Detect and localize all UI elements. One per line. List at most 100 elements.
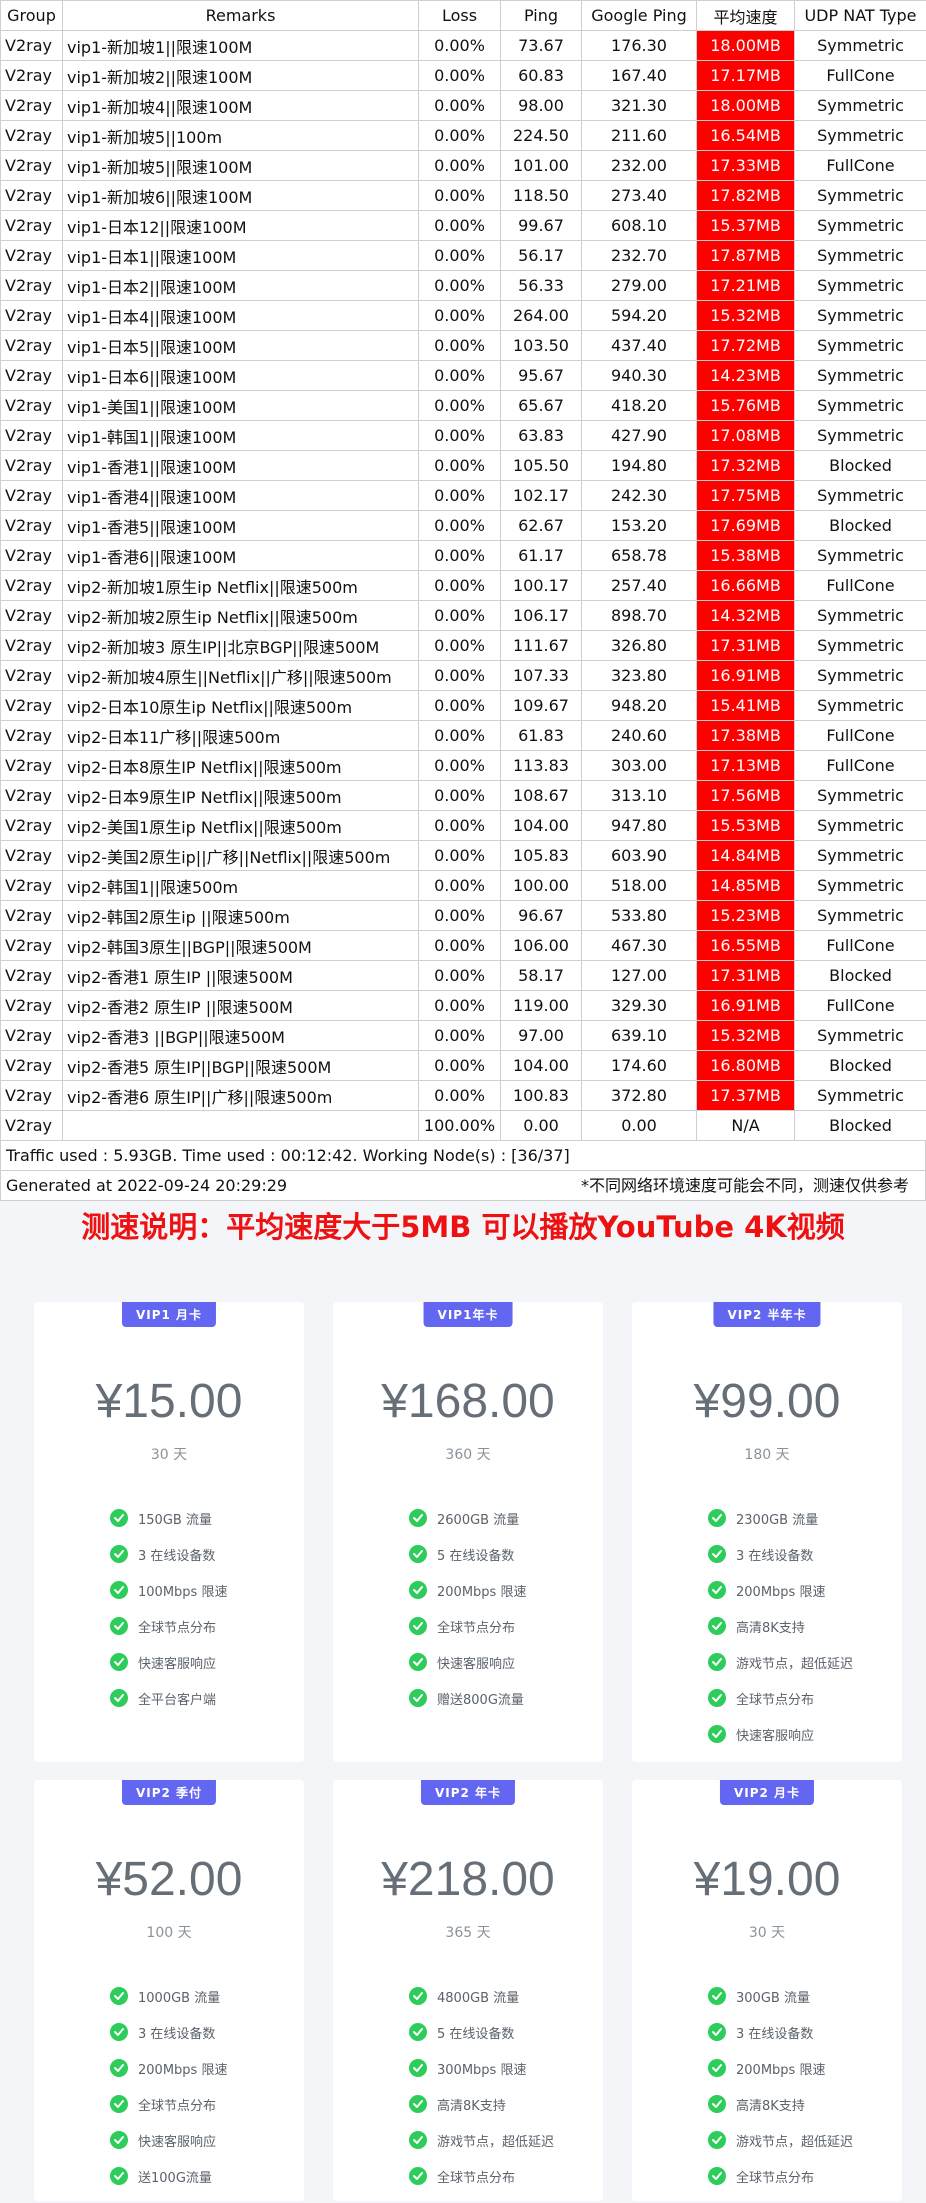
cell-remarks: vip1-香港6||限速100M [63, 541, 419, 571]
plan-feature-text: 100Mbps 限速 [138, 1581, 227, 1600]
plan-feature-item: 全球节点分布 [110, 2095, 227, 2131]
check-circle-icon [409, 1689, 427, 1707]
cell-loss: 0.00% [419, 781, 501, 811]
cell-loss: 0.00% [419, 451, 501, 481]
plan-feature-text: 2300GB 流量 [736, 1509, 818, 1528]
check-circle-icon [110, 2095, 128, 2113]
check-circle-icon [409, 2095, 427, 2113]
check-circle-icon [110, 2131, 128, 2149]
cell-avg-speed: 14.23MB [697, 361, 795, 391]
cell-loss: 0.00% [419, 91, 501, 121]
table-row: V2rayvip2-新加坡4原生||Netflix||广移||限速500m0.0… [1, 661, 926, 691]
cell-loss: 0.00% [419, 271, 501, 301]
cell-loss: 0.00% [419, 691, 501, 721]
plan-feature-item: 3 在线设备数 [708, 2023, 853, 2059]
cell-remarks: vip1-韩国1||限速100M [63, 421, 419, 451]
traffic-summary: Traffic used : 5.93GB. Time used : 00:12… [0, 1141, 926, 1171]
cell-loss: 0.00% [419, 241, 501, 271]
plan-period: 100 天 [34, 1922, 304, 1942]
cell-google-ping: 594.20 [582, 301, 697, 331]
plan-feature-item: 2600GB 流量 [409, 1509, 526, 1545]
plan-feature-text: 快速客服响应 [437, 1653, 515, 1672]
cell-remarks: vip2-美国2原生ip||广移||Netflix||限速500m [63, 841, 419, 871]
plan-feature-text: 全球节点分布 [736, 2167, 814, 2186]
cell-google-ping: 321.30 [582, 91, 697, 121]
check-circle-icon [409, 1987, 427, 2005]
check-circle-icon [708, 1581, 726, 1599]
plan-feature-text: 2600GB 流量 [437, 1509, 519, 1528]
cell-udp-nat-type: Symmetric [795, 781, 926, 811]
cell-ping: 119.00 [501, 991, 582, 1021]
cell-google-ping: 898.70 [582, 601, 697, 631]
cell-group: V2ray [1, 451, 63, 481]
cell-udp-nat-type: Symmetric [795, 481, 926, 511]
cell-udp-nat-type: Symmetric [795, 691, 926, 721]
cell-avg-speed: 15.32MB [697, 301, 795, 331]
plan-feature-item: 高清8K支持 [409, 2095, 554, 2131]
table-row: V2rayvip2-日本9原生IP Netflix||限速500m0.00%10… [1, 781, 926, 811]
plan-card[interactable]: VIP1 月卡 ¥15.00 30 天 150GB 流量3 在线设备数100Mb… [34, 1302, 304, 1762]
plan-feature-text: 300Mbps 限速 [437, 2059, 526, 2078]
plan-card[interactable]: VIP2 半年卡 ¥99.00 180 天 2300GB 流量3 在线设备数20… [632, 1302, 902, 1762]
check-circle-icon [110, 1689, 128, 1707]
cell-group: V2ray [1, 331, 63, 361]
table-row: V2rayvip2-香港1 原生IP ||限速500M0.00%58.17127… [1, 961, 926, 991]
table-row: V2rayvip1-新加坡5||限速100M0.00%101.00232.001… [1, 151, 926, 181]
cell-remarks: vip1-日本12||限速100M [63, 211, 419, 241]
cell-udp-nat-type: Symmetric [795, 871, 926, 901]
plan-feature-text: 快速客服响应 [138, 1653, 216, 1672]
cell-udp-nat-type: Symmetric [795, 841, 926, 871]
plan-feature-item: 3 在线设备数 [110, 1545, 227, 1581]
plan-card[interactable]: VIP2 月卡 ¥19.00 30 天 300GB 流量3 在线设备数200Mb… [632, 1780, 902, 2201]
cell-udp-nat-type: Symmetric [795, 331, 926, 361]
plan-feature-text: 赠送800G流量 [437, 1689, 524, 1708]
cell-group: V2ray [1, 151, 63, 181]
cell-group: V2ray [1, 1051, 63, 1081]
cell-group: V2ray [1, 241, 63, 271]
plan-price: ¥52.00 [34, 1852, 304, 1907]
cell-ping: 58.17 [501, 961, 582, 991]
plan-card[interactable]: VIP1年卡 ¥168.00 360 天 2600GB 流量5 在线设备数200… [333, 1302, 603, 1762]
cell-avg-speed: 17.32MB [697, 451, 795, 481]
cell-google-ping: 639.10 [582, 1021, 697, 1051]
cell-udp-nat-type: Symmetric [795, 211, 926, 241]
plan-period: 180 天 [632, 1444, 902, 1464]
cell-avg-speed: 17.08MB [697, 421, 795, 451]
cell-ping: 95.67 [501, 361, 582, 391]
cell-udp-nat-type: Symmetric [795, 121, 926, 151]
table-row: V2rayvip2-香港5 原生IP||BGP||限速500M0.00%104.… [1, 1051, 926, 1081]
plan-feature-item: 150GB 流量 [110, 1509, 227, 1545]
cell-avg-speed: 17.82MB [697, 181, 795, 211]
cell-google-ping: 948.20 [582, 691, 697, 721]
cell-ping: 106.00 [501, 931, 582, 961]
plan-feature-text: 快速客服响应 [138, 2131, 216, 2150]
header-udp-nat-type: UDP NAT Type [795, 1, 926, 31]
check-circle-icon [409, 2059, 427, 2077]
cell-group: V2ray [1, 481, 63, 511]
plan-feature-item: 5 在线设备数 [409, 1545, 526, 1581]
cell-udp-nat-type: Symmetric [795, 421, 926, 451]
table-row: V2rayvip1-日本6||限速100M0.00%95.67940.3014.… [1, 361, 926, 391]
check-circle-icon [708, 1725, 726, 1743]
plan-card[interactable]: VIP2 年卡 ¥218.00 365 天 4800GB 流量5 在线设备数30… [333, 1780, 603, 2201]
table-row: V2rayvip1-美国1||限速100M0.00%65.67418.2015.… [1, 391, 926, 421]
cell-loss: 0.00% [419, 31, 501, 61]
cell-loss: 0.00% [419, 421, 501, 451]
cell-avg-speed: 15.53MB [697, 811, 795, 841]
plan-price: ¥15.00 [34, 1374, 304, 1429]
cell-loss: 0.00% [419, 871, 501, 901]
plan-feature-text: 200Mbps 限速 [736, 1581, 825, 1600]
cell-remarks: vip1-香港1||限速100M [63, 451, 419, 481]
cell-google-ping: 211.60 [582, 121, 697, 151]
check-circle-icon [409, 2167, 427, 2185]
plan-feature-text: 游戏节点，超低延迟 [736, 2131, 853, 2150]
cell-remarks: vip1-日本5||限速100M [63, 331, 419, 361]
cell-ping: 104.00 [501, 811, 582, 841]
cell-loss: 0.00% [419, 901, 501, 931]
check-circle-icon [110, 1617, 128, 1635]
plan-feature-text: 高清8K支持 [736, 2095, 805, 2114]
cell-ping: 107.33 [501, 661, 582, 691]
cell-google-ping: 273.40 [582, 181, 697, 211]
plan-card[interactable]: VIP2 季付 ¥52.00 100 天 1000GB 流量3 在线设备数200… [34, 1780, 304, 2201]
cell-udp-nat-type: Symmetric [795, 541, 926, 571]
